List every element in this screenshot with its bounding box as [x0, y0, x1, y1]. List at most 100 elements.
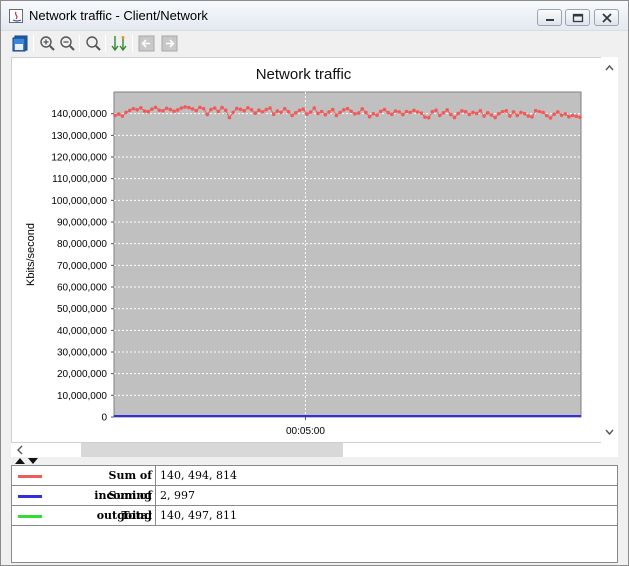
data-point-incoming — [563, 112, 568, 116]
data-point-incoming — [323, 112, 328, 117]
back-button[interactable] — [137, 34, 156, 53]
data-point-incoming — [423, 115, 427, 119]
data-point-incoming — [367, 114, 372, 119]
data-point-incoming — [338, 110, 342, 115]
data-point-incoming — [570, 113, 575, 118]
x-tick-label: 00:05:00 — [286, 426, 325, 437]
data-point-incoming — [508, 114, 512, 118]
data-point-incoming — [157, 108, 162, 112]
data-point-incoming — [375, 113, 379, 117]
y-tick-label: 140,000,000 — [51, 109, 107, 120]
table-row[interactable]: Sum of incoming 140, 494, 814 — [12, 466, 617, 502]
data-point-incoming — [124, 110, 128, 115]
data-point-incoming — [552, 112, 556, 117]
data-point-incoming — [578, 115, 582, 120]
data-point-incoming — [264, 107, 269, 112]
title-bar[interactable]: Network traffic - Client/Network — [1, 1, 628, 31]
save-button[interactable] — [11, 34, 30, 53]
legend-swatch-cell — [12, 506, 58, 525]
data-point-incoming — [116, 112, 121, 116]
data-point-incoming — [393, 109, 398, 113]
data-point-incoming — [131, 106, 136, 111]
data-point-incoming — [183, 105, 187, 109]
scroll-thumb[interactable] — [81, 443, 343, 457]
data-point-incoming — [345, 106, 350, 111]
data-point-incoming — [511, 110, 516, 114]
y-tick-label: 130,000,000 — [51, 131, 107, 142]
close-icon — [602, 13, 612, 23]
back-icon — [138, 35, 155, 52]
series-name: Sum of outgoing — [58, 486, 156, 522]
data-point-incoming — [194, 108, 198, 113]
table-row[interactable]: Sum of outgoing 2, 997 — [12, 486, 617, 522]
data-point-incoming — [161, 109, 165, 113]
forward-button[interactable] — [160, 34, 179, 53]
series-color-swatch — [18, 475, 42, 478]
data-point-incoming — [223, 108, 228, 112]
data-point-incoming — [452, 115, 457, 120]
data-point-incoming — [312, 106, 317, 110]
data-point-incoming — [353, 112, 357, 116]
data-point-incoming — [172, 109, 176, 114]
data-point-incoming — [297, 108, 302, 113]
zoom-fit-button[interactable] — [84, 34, 103, 53]
vertical-scrollbar[interactable] — [601, 57, 618, 443]
window-title: Network traffic - Client/Network — [29, 8, 208, 23]
data-point-incoming — [397, 110, 401, 114]
data-point-incoming — [426, 115, 431, 120]
y-tick-label: 10,000,000 — [57, 391, 107, 402]
zoom-in-icon — [40, 36, 55, 51]
data-point-incoming — [190, 107, 195, 111]
data-point-incoming — [441, 111, 446, 115]
maximize-icon — [572, 13, 584, 23]
series-name: Total — [58, 506, 156, 525]
y-tick-label: 0 — [101, 413, 107, 424]
maximize-button[interactable] — [565, 9, 590, 26]
chart[interactable]: 0 10,000,000 20,000,000 30,000,000 40,000,00… — [12, 58, 602, 442]
data-point-incoming — [456, 111, 461, 116]
zoom-fit-icon — [86, 36, 101, 51]
save-icon — [12, 35, 28, 52]
data-point-incoming — [286, 109, 291, 114]
y-tick-label: 100,000,000 — [51, 196, 107, 207]
horizontal-scrollbar[interactable] — [11, 443, 618, 457]
data-point-incoming — [537, 109, 542, 114]
data-point-incoming — [522, 111, 527, 116]
sort-down-button[interactable] — [109, 34, 128, 53]
series-color-swatch — [18, 495, 42, 498]
y-tick-label: 90,000,000 — [57, 218, 107, 229]
y-tick-label: 30,000,000 — [57, 348, 107, 359]
data-point-incoming — [559, 113, 564, 117]
toolbar-separator — [33, 35, 34, 52]
app-window: Network traffic - Client/Network Network… — [0, 0, 629, 566]
data-point-incoming — [330, 107, 335, 112]
data-point-incoming — [220, 105, 224, 110]
close-button[interactable] — [594, 9, 619, 26]
zoom-in-button[interactable] — [38, 34, 57, 53]
data-point-incoming — [135, 107, 139, 112]
data-point-incoming — [249, 107, 254, 112]
data-point-incoming — [497, 111, 501, 116]
y-tick-label: 80,000,000 — [57, 239, 107, 250]
collapse-up-icon — [15, 458, 25, 464]
data-point-incoming — [198, 105, 202, 110]
data-point-incoming — [386, 110, 390, 115]
data-point-incoming — [519, 110, 523, 115]
y-axis-label: Kbits/second — [25, 223, 37, 286]
minimize-button[interactable] — [537, 9, 562, 26]
splitter[interactable] — [1, 457, 628, 465]
data-point-incoming — [231, 110, 235, 115]
data-point-incoming — [389, 112, 394, 117]
data-point-incoming — [408, 110, 413, 115]
zoom-out-button[interactable] — [58, 34, 77, 53]
data-point-incoming — [463, 109, 468, 114]
data-point-incoming — [493, 115, 497, 120]
data-point-incoming — [556, 110, 560, 114]
data-point-incoming — [404, 109, 409, 114]
data-point-incoming — [356, 111, 361, 115]
data-point-incoming — [327, 110, 331, 114]
data-point-incoming — [419, 111, 424, 115]
table-row[interactable]: Total 140, 497, 811 — [12, 506, 617, 526]
data-point-incoming — [541, 110, 545, 115]
data-point-incoming — [168, 107, 173, 112]
